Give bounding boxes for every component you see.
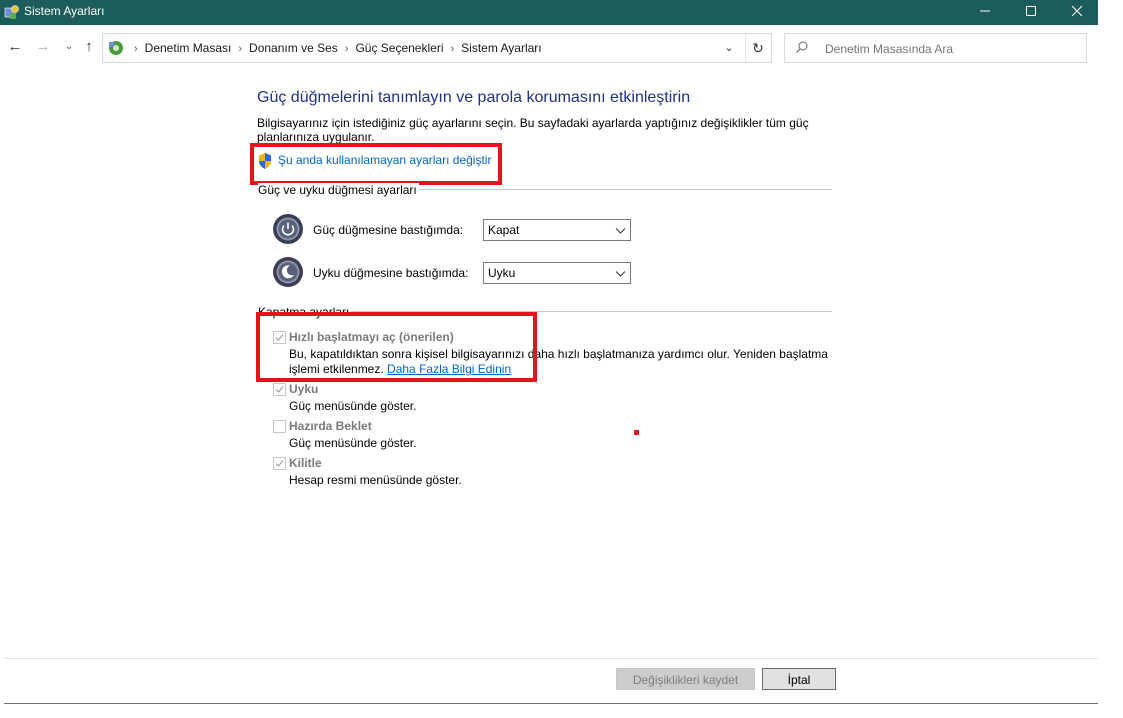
cancel-button[interactable]: İptal (762, 668, 836, 690)
chevron-down-icon: ⌄ (724, 42, 734, 54)
power-group-header: Güç ve uyku düğmesi ayarları (258, 183, 419, 197)
breadcrumb-item[interactable]: Donanım ve Ses (249, 41, 338, 55)
forward-button[interactable]: → (34, 38, 52, 56)
refresh-button[interactable]: ↻ (745, 34, 770, 62)
control-panel-icon (4, 5, 19, 19)
breadcrumb-item[interactable]: Denetim Masası (145, 41, 232, 55)
sleep-option-description: Güç menüsünde göster. (289, 399, 417, 413)
checkmark-icon (275, 460, 284, 467)
chevron-down-icon: ⌄ (64, 41, 74, 52)
address-history-button[interactable]: ⌄ (719, 34, 739, 62)
checkmark-icon (275, 386, 284, 393)
arrow-left-icon: ← (7, 38, 23, 55)
maximize-button[interactable] (1008, 0, 1054, 25)
search-input[interactable] (823, 38, 1077, 60)
address-bar[interactable]: › Denetim Masası › Donanım ve Ses › Güç Seçen… (102, 33, 772, 63)
page-title: Güç düğmelerini tanımlayın ve parola kor… (257, 89, 691, 106)
fast-startup-checkbox[interactable] (273, 331, 286, 344)
breadcrumb-separator: › (134, 43, 138, 55)
sleep-button-label: Uyku düğmesine bastığımda: (313, 266, 469, 280)
change-unavailable-settings-link[interactable]: Şu anda kullanılamayan ayarları değiştir (278, 153, 491, 167)
chevron-down-icon (615, 228, 626, 234)
annotation-dot (634, 430, 639, 435)
page-description: Bilgisayarınız için istediğiniz güç ayar… (257, 116, 809, 144)
breadcrumb-item[interactable]: Sistem Ayarları (461, 41, 541, 55)
recent-locations-button[interactable]: ⌄ (60, 38, 78, 56)
hibernate-option-label: Hazırda Beklet (289, 419, 372, 433)
window-bottom-border (4, 703, 1098, 704)
power-button-value: Kapat (488, 223, 520, 237)
chevron-down-icon (615, 271, 626, 277)
close-button[interactable] (1054, 0, 1100, 25)
title-bar: Sistem Ayarları (0, 0, 1098, 25)
breadcrumb-separator[interactable]: › (450, 43, 454, 55)
uac-shield-icon (259, 153, 271, 169)
minimize-icon (980, 10, 990, 12)
arrow-up-icon: ↑ (85, 38, 93, 55)
power-button-icon (273, 214, 303, 244)
power-button-label: Güç düğmesine bastığımda: (313, 223, 464, 237)
up-button[interactable]: ↑ (80, 38, 98, 56)
lock-option-label: Kilitle (289, 456, 322, 470)
shutdown-group-header: Kapatma ayarları (258, 305, 352, 319)
breadcrumb-separator[interactable]: › (238, 43, 242, 55)
navigation-bar: ← → ⌄ ↑ › Denetim Masası › Donanım ve Ses › G… (0, 30, 1098, 64)
back-button[interactable]: ← (6, 38, 24, 56)
control-panel-icon (109, 41, 123, 55)
lock-checkbox[interactable] (273, 457, 286, 470)
footer-divider (4, 658, 1098, 659)
maximize-icon (1026, 6, 1036, 16)
fast-startup-desc-text: Bu, kapatıldıktan sonra kişisel bilgisay… (289, 347, 828, 376)
close-icon (1071, 5, 1083, 17)
refresh-icon: ↻ (752, 40, 764, 56)
sleep-button-icon (273, 257, 303, 287)
sleep-option-label: Uyku (289, 382, 319, 396)
sleep-button-select[interactable]: Uyku (483, 262, 631, 284)
lock-option-description: Hesap resmi menüsünde göster. (289, 473, 462, 487)
hibernate-checkbox[interactable] (273, 420, 286, 433)
breadcrumb-separator[interactable]: › (345, 43, 349, 55)
save-changes-button[interactable]: Değişiklikleri kaydet (616, 668, 755, 690)
breadcrumb-item[interactable]: Güç Seçenekleri (355, 41, 443, 55)
search-box[interactable] (784, 33, 1087, 63)
fast-startup-description: Bu, kapatıldıktan sonra kişisel bilgisay… (289, 347, 829, 377)
learn-more-link[interactable]: Daha Fazla Bilgi Edinin (387, 362, 511, 376)
sleep-button-value: Uyku (488, 266, 516, 280)
hibernate-option-description: Güç menüsünde göster. (289, 436, 417, 450)
search-icon (796, 41, 808, 53)
breadcrumb: › Denetim Masası › Donanım ve Ses › Güç Seçen… (127, 34, 542, 62)
power-button-select[interactable]: Kapat (483, 219, 631, 241)
window-title: Sistem Ayarları (24, 4, 105, 18)
outside-area (1098, 0, 1123, 718)
minimize-button[interactable] (962, 0, 1008, 25)
fast-startup-label: Hızlı başlatmayı aç (önerilen) (289, 330, 454, 344)
sleep-checkbox[interactable] (273, 383, 286, 396)
checkmark-icon (275, 334, 284, 341)
arrow-right-icon: → (35, 38, 51, 55)
